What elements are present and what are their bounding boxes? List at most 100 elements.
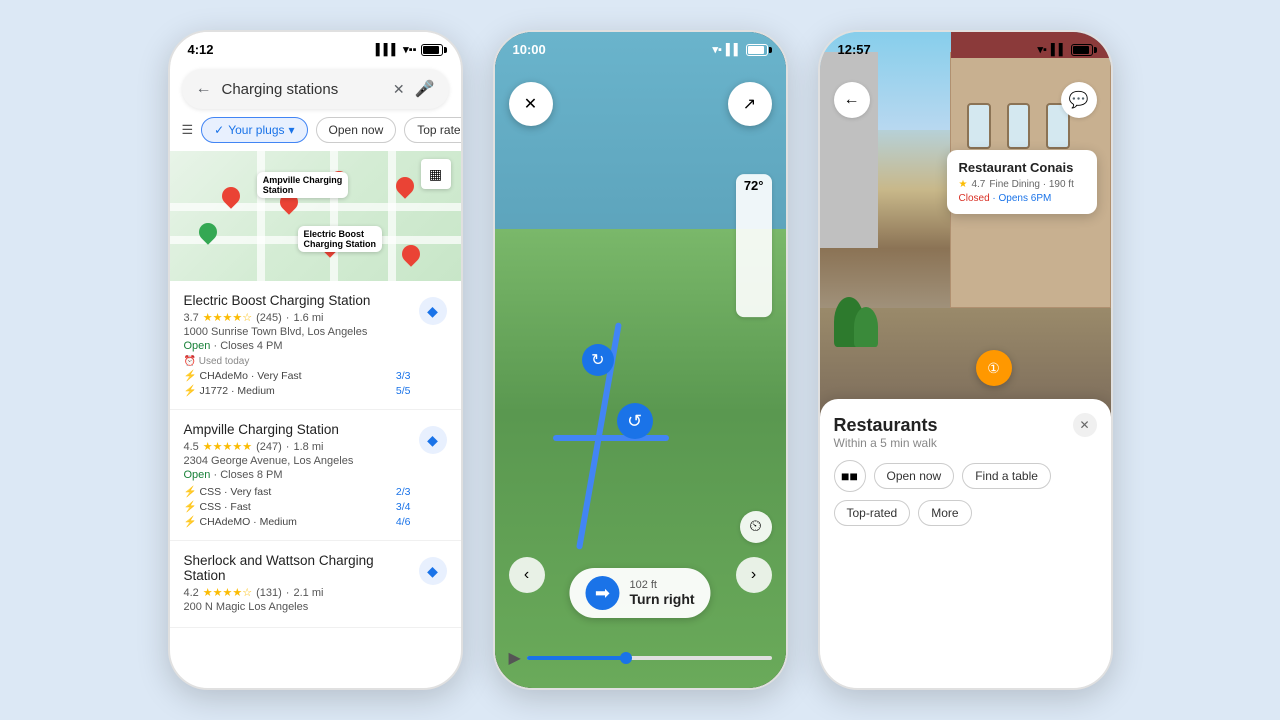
- open-label-1: Open: [184, 340, 211, 352]
- phone-navigation: 10:00 ▾▪ ▌▌ ↺ ↻ ✕ ↗ 72°: [493, 30, 788, 690]
- distance-sep-2: ·: [286, 441, 290, 453]
- find-table-label: Find a table: [975, 469, 1038, 483]
- clear-icon[interactable]: ✕: [393, 81, 405, 98]
- filter-sliders-icon[interactable]: ☰: [182, 122, 194, 138]
- restaurant-card-status: Closed · Opens 6PM: [959, 193, 1085, 204]
- distance-sep-3: ·: [286, 587, 290, 599]
- progress-track: [527, 656, 772, 660]
- status-bar-3: 12:57 ▾▪ ▌▌: [820, 32, 1111, 63]
- signal-icon-2: ▌▌: [726, 44, 742, 56]
- back-button[interactable]: ←: [834, 82, 870, 118]
- chat-button[interactable]: 💬: [1061, 82, 1097, 118]
- close-time-1: · Closes 4 PM: [213, 340, 282, 352]
- filter-top-rated[interactable]: Top rated: [404, 117, 462, 143]
- phone-restaurant: 12:57 ▾▪ ▌▌ ←: [818, 30, 1113, 690]
- station-item-3[interactable]: Sherlock and Wattson Charging Station 4.…: [170, 541, 461, 628]
- station-status-2: Open · Closes 8 PM: [184, 469, 411, 481]
- time-button[interactable]: ⏲: [740, 511, 772, 543]
- status-time-1: 4:12: [188, 42, 214, 57]
- station-info-3: Sherlock and Wattson Charging Station 4.…: [184, 553, 411, 615]
- restaurant-filter-top-rated[interactable]: Top-rated: [834, 500, 911, 526]
- restaurants-panel: Restaurants Within a 5 min walk ✕ ■■ Ope…: [820, 399, 1111, 688]
- status-bar-2: 10:00 ▾▪ ▌▌: [495, 32, 786, 63]
- open-label-2: Open: [184, 469, 211, 481]
- status-icons-1: ▌▌▌ ▾▪▪: [376, 43, 443, 56]
- more-label: More: [931, 506, 958, 520]
- wifi-icon: ▾▪▪: [403, 43, 416, 56]
- filter-your-plugs[interactable]: ✓ Your plugs ▾: [201, 117, 307, 143]
- distance-1: ·: [286, 312, 290, 324]
- distance-val-3: 2.1 mi: [293, 587, 323, 599]
- sliders-icon: ■■: [841, 468, 858, 484]
- restaurant-card-name: Restaurant Conais: [959, 160, 1085, 175]
- search-bar[interactable]: ← Charging stations ✕ 🎤: [182, 69, 449, 109]
- filter-open-now[interactable]: Open now: [316, 117, 397, 143]
- direction-icon-2: ◆: [427, 432, 438, 449]
- rating-value-2: 4.5: [184, 441, 199, 453]
- nav-arrow-3[interactable]: ◆: [419, 557, 447, 585]
- open-now-label: Open now: [887, 469, 942, 483]
- used-label-1: ⏰ Used today: [184, 356, 250, 367]
- charger-row-2c: ⚡ CHAdeMO · Medium 4/6: [184, 515, 411, 528]
- nav-arrow-2[interactable]: ◆: [419, 426, 447, 454]
- restaurant-filter-open-now[interactable]: Open now: [874, 463, 955, 489]
- open-time: · Opens 6PM: [992, 193, 1051, 204]
- station-item-2[interactable]: Ampville Charging Station 4.5 ★★★★★ (247…: [170, 410, 461, 541]
- restaurant-info-card[interactable]: Restaurant Conais ★ 4.7 Fine Dining · 19…: [947, 150, 1097, 214]
- mic-icon[interactable]: 🎤: [415, 79, 435, 99]
- station-list: Electric Boost Charging Station 3.7 ★★★★…: [170, 281, 461, 677]
- restaurant-filter-more[interactable]: More: [918, 500, 971, 526]
- temperature-badge: 72°: [736, 174, 772, 317]
- route-turn-arrow-2: ↻: [582, 344, 614, 376]
- map-pin-4[interactable]: [393, 173, 418, 198]
- charger-avail-2a: 2/3: [396, 486, 411, 498]
- restaurant-filter-find-table[interactable]: Find a table: [962, 463, 1051, 489]
- status-bar-1: 4:12 ▌▌▌ ▾▪▪: [170, 32, 461, 63]
- station-rating-3: 4.2 ★★★★☆ (131) · 2.1 mi: [184, 586, 411, 599]
- battery-icon: [421, 44, 443, 56]
- nav-distance: 102 ft: [629, 579, 694, 591]
- restaurant-card-detail: ★ 4.7 Fine Dining · 190 ft: [959, 179, 1085, 190]
- rating-value-3: 4.2: [184, 587, 199, 599]
- signal-icon: ▌▌▌: [376, 44, 399, 56]
- location-pin-circle[interactable]: ①: [976, 350, 1012, 386]
- chat-icon: 💬: [1069, 90, 1089, 110]
- share-button[interactable]: ↗: [728, 82, 772, 126]
- next-step-button[interactable]: ›: [736, 557, 772, 593]
- distance-val-2: 1.8 mi: [293, 441, 323, 453]
- search-input[interactable]: Charging stations: [222, 81, 383, 98]
- play-icon[interactable]: ▶: [509, 648, 521, 668]
- route-path-h: [553, 435, 669, 441]
- layers-button[interactable]: ▦: [421, 159, 451, 189]
- signal-icon-3: ▌▌: [1051, 44, 1067, 56]
- progress-dot: [620, 652, 632, 664]
- close-icon-panel: ✕: [1079, 418, 1089, 432]
- phone-charging-stations: 4:12 ▌▌▌ ▾▪▪ ← Charging stations ✕ 🎤 ☰ ✓…: [168, 30, 463, 690]
- turn-arrow-icon: ➡: [585, 576, 619, 610]
- back-icon: ←: [844, 91, 860, 109]
- back-icon[interactable]: ←: [196, 80, 212, 98]
- filter-row: ☰ ✓ Your plugs ▾ Open now Top rated: [170, 117, 461, 151]
- filter-top-rated-label: Top rated: [417, 123, 462, 137]
- map-area[interactable]: Ampville ChargingStation Electric BoostC…: [170, 151, 461, 281]
- streetview-bg: ← 💬 Restaurant Conais ★ 4.7 Fine Dining …: [820, 32, 1111, 426]
- close-time-2: · Closes 8 PM: [213, 469, 282, 481]
- close-panel-button[interactable]: ✕: [1073, 413, 1097, 437]
- station-name-1: Electric Boost Charging Station: [184, 293, 411, 308]
- panel-subtitle: Within a 5 min walk: [834, 436, 1097, 450]
- rating-count-1: (245): [256, 312, 282, 324]
- prev-step-button[interactable]: ‹: [509, 557, 545, 593]
- charger-type-1a: ⚡ CHAdeMo · Very Fast: [184, 369, 302, 382]
- charger-type-1b: ⚡ J1772 · Medium: [184, 384, 275, 397]
- wifi-icon-3: ▾▪: [1037, 43, 1046, 56]
- map-label-ampville: Ampville ChargingStation: [257, 172, 349, 198]
- close-nav-button[interactable]: ✕: [509, 82, 553, 126]
- rating-count-3: (131): [256, 587, 282, 599]
- map-pin-6[interactable]: [399, 241, 424, 266]
- charger-avail-2c: 4/6: [396, 516, 411, 528]
- used-today-1: ⏰ Used today: [184, 356, 411, 367]
- filter-open-label: Open now: [329, 123, 384, 137]
- station-item-1[interactable]: Electric Boost Charging Station 3.7 ★★★★…: [170, 281, 461, 410]
- filter-options-icon-btn[interactable]: ■■: [834, 460, 866, 492]
- nav-arrow-1[interactable]: ◆: [419, 297, 447, 325]
